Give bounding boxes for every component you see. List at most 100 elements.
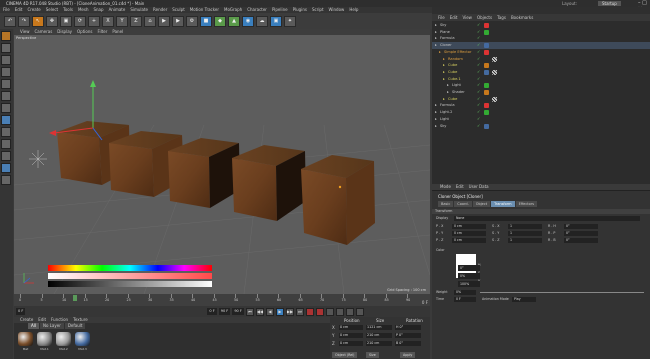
object-row[interactable]: ▸ Light ✓ — [432, 82, 650, 89]
coords-rotation-field[interactable]: B 0° — [395, 341, 421, 346]
camera-button[interactable]: ▣ — [270, 15, 282, 27]
move-tool-button[interactable]: ✥ — [46, 15, 58, 27]
wooden-cube-4[interactable] — [232, 145, 306, 221]
layout-selector[interactable]: Layout: Startup – □ ✕ — [560, 0, 650, 12]
timeline-playhead[interactable] — [73, 295, 77, 301]
object-row[interactable]: ▸ Cube ✓ — [432, 96, 650, 103]
object-row[interactable]: ▸ Formula ✓ — [432, 35, 650, 42]
display-dropdown[interactable]: None — [454, 216, 640, 221]
object-row[interactable]: ▸ Simple Effector ✓ — [432, 49, 650, 56]
coords-position-field[interactable]: 0 cm — [339, 333, 363, 338]
visibility-check-icon[interactable]: ✓ — [477, 109, 480, 116]
scale-tool-button[interactable]: ▣ — [60, 15, 72, 27]
saturation-gradient-bar[interactable] — [48, 273, 212, 279]
visibility-check-icon[interactable]: ✓ — [477, 102, 480, 109]
coords-rotation-field[interactable]: H 0° — [395, 325, 421, 330]
visibility-check-icon[interactable]: ✓ — [477, 42, 480, 49]
layer-icon[interactable] — [1, 175, 11, 185]
coords-size-field[interactable]: 210 cm — [366, 333, 392, 338]
end-frame-field-2[interactable]: 90 F — [232, 308, 244, 315]
time-field[interactable]: 0 F — [454, 297, 476, 302]
scale-key-button[interactable] — [345, 307, 354, 316]
start-frame-field[interactable]: 0 F — [207, 308, 217, 315]
timeline-ruler[interactable]: 0 5 10 15 20 25 30 35 40 45 50 55 60 65 70 75 80 85 90 0 F — [14, 294, 430, 306]
material-tab-default[interactable]: Default — [64, 323, 86, 329]
object-tag-icon[interactable] — [484, 110, 489, 116]
prev-key-button[interactable]: ◀◀ — [255, 307, 264, 316]
value-gradient-bar[interactable] — [48, 281, 212, 287]
material-tab-all[interactable]: All — [28, 323, 39, 329]
workplane-icon[interactable] — [1, 67, 11, 77]
animation-mode-dropdown[interactable]: Play — [512, 297, 536, 302]
visibility-check-icon[interactable]: ✓ — [477, 96, 480, 103]
keyframe-selection-button[interactable] — [325, 307, 334, 316]
tweak-icon[interactable] — [1, 127, 11, 137]
object-tag-icon[interactable] — [484, 23, 489, 28]
object-tag-icon[interactable] — [484, 43, 489, 49]
live-selection-button[interactable]: ↖ — [32, 15, 44, 27]
render-settings-button[interactable]: ⚙ — [186, 15, 198, 27]
material-tag-icon[interactable] — [492, 56, 497, 62]
visibility-check-icon[interactable]: ✓ — [477, 69, 480, 76]
wooden-cube-5[interactable] — [301, 155, 375, 245]
render-picture-viewer-button[interactable]: ▶ — [172, 15, 184, 27]
edges-mode-icon[interactable] — [1, 91, 11, 101]
hue-field[interactable]: 0° — [458, 265, 480, 271]
y-axis-lock-button[interactable]: Y — [116, 15, 128, 27]
goto-start-button[interactable]: ⏮ — [245, 307, 254, 316]
visibility-check-icon[interactable]: ✓ — [477, 82, 480, 89]
rotation-field[interactable]: 0° — [564, 231, 598, 236]
coords-size-field[interactable]: 1121 cm — [366, 325, 392, 330]
visibility-check-icon[interactable]: ✓ — [477, 116, 480, 123]
position-field[interactable]: 0 cm — [452, 224, 486, 229]
object-tag-icon[interactable] — [484, 29, 489, 35]
object-menu-view[interactable]: View — [462, 14, 472, 21]
attribute-tab-effectors[interactable]: Effectors — [515, 201, 538, 207]
scale-field[interactable]: 1 — [508, 231, 542, 236]
record-button[interactable] — [305, 307, 314, 316]
goto-end-button[interactable]: ⏭ — [295, 307, 304, 316]
rotate-tool-button[interactable]: ⟳ — [74, 15, 86, 27]
redo-button[interactable]: ↷ — [18, 15, 30, 27]
attribute-tab-coord[interactable]: Coord. — [454, 201, 472, 207]
3d-viewport[interactable]: Perspective Grid Spacing : 100 cm — [14, 35, 430, 294]
object-row[interactable]: ▸ Light.2 ✓ — [432, 109, 650, 116]
coords-mode-dropdown[interactable]: Object (Rel) — [332, 352, 358, 358]
rotation-key-button[interactable] — [355, 307, 364, 316]
autokey-button[interactable] — [315, 307, 324, 316]
snapping-icon[interactable] — [1, 139, 11, 149]
subdivision-button[interactable]: ◆ — [214, 15, 226, 27]
object-tag-icon[interactable] — [484, 69, 489, 75]
render-view-button[interactable]: ▶ — [158, 15, 170, 27]
world-coordinates-button[interactable]: ⌂ — [144, 15, 156, 27]
object-row[interactable]: ▸ Cloner ✓ — [432, 42, 650, 49]
polygons-mode-icon[interactable] — [1, 103, 11, 113]
visibility-check-icon[interactable]: ✓ — [477, 35, 480, 42]
make-editable-icon[interactable] — [1, 31, 11, 41]
object-menu-objects[interactable]: Objects — [477, 14, 492, 21]
object-row[interactable]: ▸ Random ✓ — [432, 56, 650, 63]
next-key-button[interactable]: ▶▶ — [285, 307, 294, 316]
material-tab-no-layer[interactable]: No Layer — [39, 323, 64, 329]
prev-frame-button[interactable]: ◀ — [265, 307, 274, 316]
object-tag-icon[interactable] — [484, 90, 489, 95]
visibility-check-icon[interactable]: ✓ — [477, 89, 480, 96]
points-mode-icon[interactable] — [1, 79, 11, 89]
coords-position-field[interactable]: 0 cm — [339, 341, 363, 346]
object-menu-tags[interactable]: Tags — [497, 14, 506, 21]
object-tag-icon[interactable] — [484, 103, 489, 109]
object-menu-edit[interactable]: Edit — [450, 14, 458, 21]
object-tag-icon[interactable] — [484, 123, 489, 129]
saturation-field[interactable]: 0% — [458, 273, 480, 279]
object-row[interactable]: ▸ Cube.1 ✓ — [432, 76, 650, 83]
scale-field[interactable]: 1 — [508, 238, 542, 243]
material-tag-icon[interactable] — [492, 96, 497, 102]
play-button[interactable]: ▶ — [275, 307, 284, 316]
x-axis-lock-button[interactable]: X — [102, 15, 114, 27]
weight-field[interactable]: 0% — [454, 290, 476, 295]
material-tag-icon[interactable] — [492, 69, 497, 75]
object-tag-icon[interactable] — [484, 83, 489, 89]
layout-dropdown[interactable]: Startup — [598, 1, 621, 6]
position-field[interactable]: 0 cm — [452, 231, 486, 236]
attribute-tab-object[interactable]: Object — [472, 201, 491, 207]
